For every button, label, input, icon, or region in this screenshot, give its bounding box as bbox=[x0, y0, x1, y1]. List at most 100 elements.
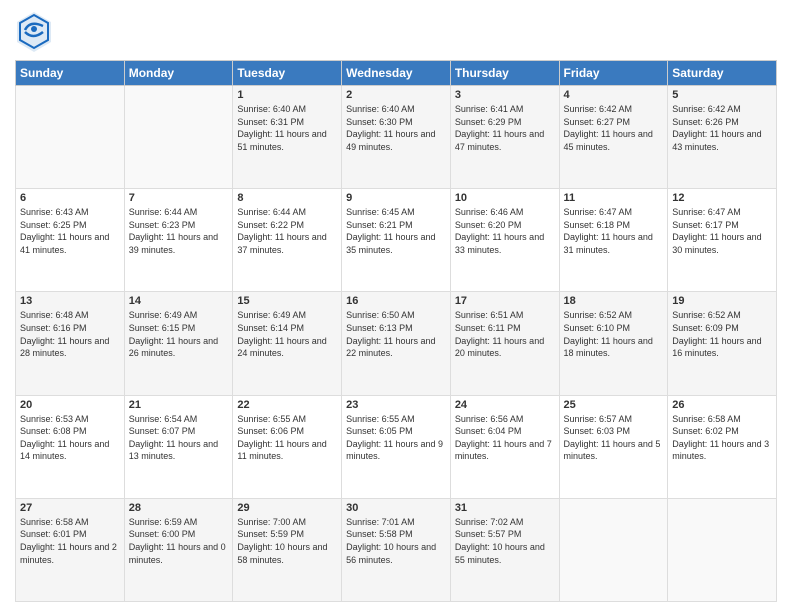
day-number: 7 bbox=[129, 192, 229, 204]
calendar-cell: 7 Sunrise: 6:44 AM Sunset: 6:23 PM Daylig… bbox=[124, 189, 233, 292]
calendar-cell: 21 Sunrise: 6:54 AM Sunset: 6:07 PM Dayli… bbox=[124, 395, 233, 498]
weekday-header-sunday: Sunday bbox=[16, 61, 125, 86]
day-info: Sunrise: 6:50 AM Sunset: 6:13 PM Dayligh… bbox=[346, 309, 446, 359]
calendar-cell: 30 Sunrise: 7:01 AM Sunset: 5:58 PM Dayli… bbox=[342, 498, 451, 601]
day-info: Sunrise: 6:57 AM Sunset: 6:03 PM Dayligh… bbox=[564, 413, 664, 463]
calendar-cell: 10Sunrise: 6:46 AM Sunset: 6:20 PM Dayli… bbox=[450, 189, 559, 292]
day-number: 12 bbox=[672, 192, 772, 204]
day-number: 30 bbox=[346, 502, 446, 514]
day-info: Sunrise: 6:49 AM Sunset: 6:15 PM Dayligh… bbox=[129, 309, 229, 359]
day-info: Sunrise: 6:58 AM Sunset: 6:02 PM Dayligh… bbox=[672, 413, 772, 463]
day-info: Sunrise: 6:40 AM Sunset: 6:30 PM Dayligh… bbox=[346, 103, 446, 153]
calendar-cell bbox=[124, 86, 233, 189]
calendar-cell bbox=[668, 498, 777, 601]
calendar-cell: 12 Sunrise: 6:47 AM Sunset: 6:17 PM Dayli… bbox=[668, 189, 777, 292]
day-info: Sunrise: 6:55 AM Sunset: 6:06 PM Dayligh… bbox=[237, 413, 337, 463]
day-info: Sunrise: 6:42 AM Sunset: 6:27 PM Dayligh… bbox=[564, 103, 664, 153]
day-number: 26 bbox=[672, 399, 772, 411]
day-info: Sunrise: 7:01 AM Sunset: 5:58 PM Dayligh… bbox=[346, 516, 446, 566]
calendar-cell bbox=[559, 498, 668, 601]
calendar-cell: 17Sunrise: 6:51 AM Sunset: 6:11 PM Dayli… bbox=[450, 292, 559, 395]
page-header bbox=[15, 10, 777, 52]
calendar-cell: 13 Sunrise: 6:48 AM Sunset: 6:16 PM Dayli… bbox=[16, 292, 125, 395]
day-number: 18 bbox=[564, 295, 664, 307]
day-number: 3 bbox=[455, 89, 555, 101]
calendar-cell: 23 Sunrise: 6:55 AM Sunset: 6:05 PM Dayli… bbox=[342, 395, 451, 498]
calendar-cell: 16 Sunrise: 6:50 AM Sunset: 6:13 PM Dayli… bbox=[342, 292, 451, 395]
calendar-cell: 6 Sunrise: 6:43 AM Sunset: 6:25 PM Daylig… bbox=[16, 189, 125, 292]
calendar-cell: 31Sunrise: 7:02 AM Sunset: 5:57 PM Dayli… bbox=[450, 498, 559, 601]
day-info: Sunrise: 6:54 AM Sunset: 6:07 PM Dayligh… bbox=[129, 413, 229, 463]
calendar-cell: 24 Sunrise: 6:56 AM Sunset: 6:04 PM Dayli… bbox=[450, 395, 559, 498]
calendar-cell: 2 Sunrise: 6:40 AM Sunset: 6:30 PM Daylig… bbox=[342, 86, 451, 189]
logo-icon bbox=[15, 10, 53, 52]
day-info: Sunrise: 6:44 AM Sunset: 6:23 PM Dayligh… bbox=[129, 206, 229, 256]
day-number: 8 bbox=[237, 192, 337, 204]
day-info: Sunrise: 6:56 AM Sunset: 6:04 PM Dayligh… bbox=[455, 413, 555, 463]
calendar-cell: 15 Sunrise: 6:49 AM Sunset: 6:14 PM Dayli… bbox=[233, 292, 342, 395]
day-info: Sunrise: 6:42 AM Sunset: 6:26 PM Dayligh… bbox=[672, 103, 772, 153]
day-number: 6 bbox=[20, 192, 120, 204]
day-number: 15 bbox=[237, 295, 337, 307]
day-info: Sunrise: 7:00 AM Sunset: 5:59 PM Dayligh… bbox=[237, 516, 337, 566]
day-number: 29 bbox=[237, 502, 337, 514]
week-row-3: 13 Sunrise: 6:48 AM Sunset: 6:16 PM Dayli… bbox=[16, 292, 777, 395]
day-info: Sunrise: 6:41 AM Sunset: 6:29 PM Dayligh… bbox=[455, 103, 555, 153]
day-info: Sunrise: 6:40 AM Sunset: 6:31 PM Dayligh… bbox=[237, 103, 337, 153]
calendar-cell: 11 Sunrise: 6:47 AM Sunset: 6:18 PM Dayli… bbox=[559, 189, 668, 292]
weekday-header-row: SundayMondayTuesdayWednesdayThursdayFrid… bbox=[16, 61, 777, 86]
calendar-cell: 22 Sunrise: 6:55 AM Sunset: 6:06 PM Dayli… bbox=[233, 395, 342, 498]
week-row-2: 6 Sunrise: 6:43 AM Sunset: 6:25 PM Daylig… bbox=[16, 189, 777, 292]
day-number: 19 bbox=[672, 295, 772, 307]
day-number: 23 bbox=[346, 399, 446, 411]
logo bbox=[15, 10, 55, 52]
day-info: Sunrise: 6:45 AM Sunset: 6:21 PM Dayligh… bbox=[346, 206, 446, 256]
calendar-cell: 8 Sunrise: 6:44 AM Sunset: 6:22 PM Daylig… bbox=[233, 189, 342, 292]
day-number: 27 bbox=[20, 502, 120, 514]
calendar-cell: 9 Sunrise: 6:45 AM Sunset: 6:21 PM Daylig… bbox=[342, 189, 451, 292]
day-number: 4 bbox=[564, 89, 664, 101]
calendar-cell: 20 Sunrise: 6:53 AM Sunset: 6:08 PM Dayli… bbox=[16, 395, 125, 498]
calendar-cell: 26 Sunrise: 6:58 AM Sunset: 6:02 PM Dayli… bbox=[668, 395, 777, 498]
day-info: Sunrise: 6:55 AM Sunset: 6:05 PM Dayligh… bbox=[346, 413, 446, 463]
calendar-cell: 4 Sunrise: 6:42 AM Sunset: 6:27 PM Daylig… bbox=[559, 86, 668, 189]
week-row-4: 20 Sunrise: 6:53 AM Sunset: 6:08 PM Dayli… bbox=[16, 395, 777, 498]
calendar-cell: 5 Sunrise: 6:42 AM Sunset: 6:26 PM Daylig… bbox=[668, 86, 777, 189]
calendar-cell: 25 Sunrise: 6:57 AM Sunset: 6:03 PM Dayli… bbox=[559, 395, 668, 498]
calendar-cell: 19 Sunrise: 6:52 AM Sunset: 6:09 PM Dayli… bbox=[668, 292, 777, 395]
day-number: 14 bbox=[129, 295, 229, 307]
day-number: 1 bbox=[237, 89, 337, 101]
day-info: Sunrise: 6:49 AM Sunset: 6:14 PM Dayligh… bbox=[237, 309, 337, 359]
day-number: 20 bbox=[20, 399, 120, 411]
day-number: 24 bbox=[455, 399, 555, 411]
calendar-table: SundayMondayTuesdayWednesdayThursdayFrid… bbox=[15, 60, 777, 602]
calendar-cell: 14 Sunrise: 6:49 AM Sunset: 6:15 PM Dayli… bbox=[124, 292, 233, 395]
day-info: Sunrise: 6:52 AM Sunset: 6:09 PM Dayligh… bbox=[672, 309, 772, 359]
day-number: 13 bbox=[20, 295, 120, 307]
day-number: 28 bbox=[129, 502, 229, 514]
day-info: Sunrise: 6:43 AM Sunset: 6:25 PM Dayligh… bbox=[20, 206, 120, 256]
day-number: 2 bbox=[346, 89, 446, 101]
weekday-header-monday: Monday bbox=[124, 61, 233, 86]
calendar-cell: 28 Sunrise: 6:59 AM Sunset: 6:00 PM Dayli… bbox=[124, 498, 233, 601]
day-number: 16 bbox=[346, 295, 446, 307]
day-info: Sunrise: 6:59 AM Sunset: 6:00 PM Dayligh… bbox=[129, 516, 229, 566]
day-number: 22 bbox=[237, 399, 337, 411]
day-info: Sunrise: 6:48 AM Sunset: 6:16 PM Dayligh… bbox=[20, 309, 120, 359]
day-number: 9 bbox=[346, 192, 446, 204]
day-info: Sunrise: 6:46 AM Sunset: 6:20 PM Dayligh… bbox=[455, 206, 555, 256]
day-info: Sunrise: 6:58 AM Sunset: 6:01 PM Dayligh… bbox=[20, 516, 120, 566]
weekday-header-thursday: Thursday bbox=[450, 61, 559, 86]
calendar-cell bbox=[16, 86, 125, 189]
day-info: Sunrise: 6:47 AM Sunset: 6:17 PM Dayligh… bbox=[672, 206, 772, 256]
day-info: Sunrise: 6:52 AM Sunset: 6:10 PM Dayligh… bbox=[564, 309, 664, 359]
day-info: Sunrise: 6:44 AM Sunset: 6:22 PM Dayligh… bbox=[237, 206, 337, 256]
day-number: 25 bbox=[564, 399, 664, 411]
weekday-header-wednesday: Wednesday bbox=[342, 61, 451, 86]
day-number: 5 bbox=[672, 89, 772, 101]
day-number: 11 bbox=[564, 192, 664, 204]
day-info: Sunrise: 6:47 AM Sunset: 6:18 PM Dayligh… bbox=[564, 206, 664, 256]
day-number: 21 bbox=[129, 399, 229, 411]
day-info: Sunrise: 6:53 AM Sunset: 6:08 PM Dayligh… bbox=[20, 413, 120, 463]
day-number: 17 bbox=[455, 295, 555, 307]
